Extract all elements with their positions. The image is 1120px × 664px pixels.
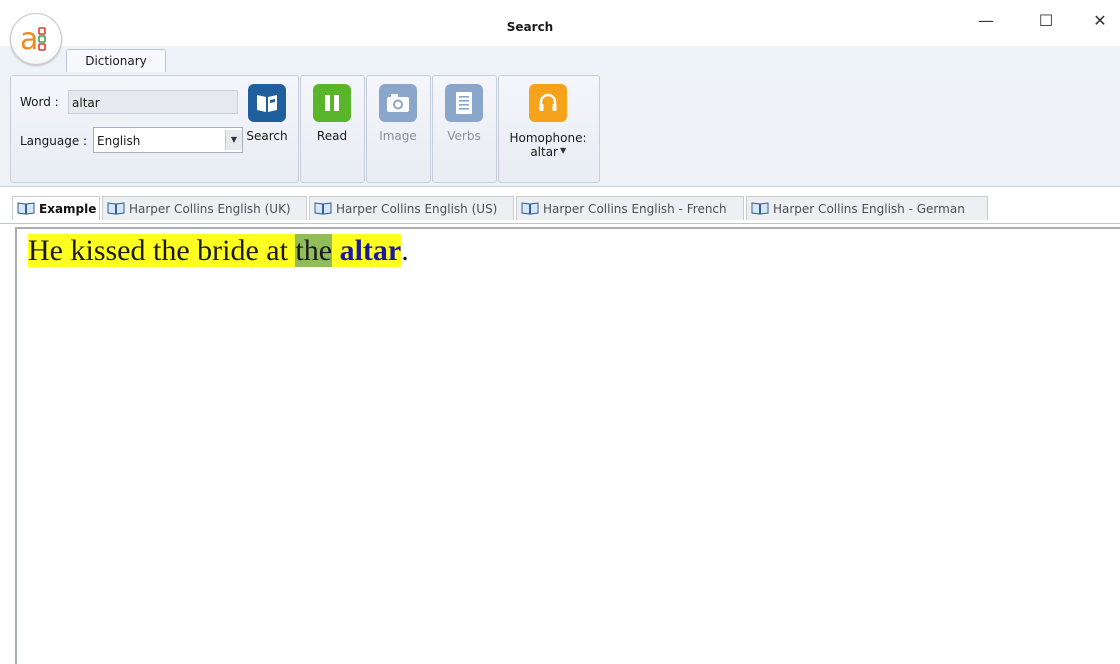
sentence-end: .	[401, 234, 409, 267]
app-logo-icon[interactable]: a	[10, 13, 62, 65]
verbs-button[interactable]: Verbs	[437, 129, 491, 143]
sentence-space	[332, 234, 340, 267]
tab-harper-collins-uk[interactable]: Harper Collins English (UK)	[102, 196, 307, 220]
tab-label: Harper Collins English - German	[773, 201, 965, 216]
sentence-highlight-word: the	[295, 234, 333, 267]
tab-label: Harper Collins English (US)	[336, 201, 498, 216]
svg-text:a: a	[20, 22, 38, 57]
image-button[interactable]: Image	[371, 129, 425, 143]
book-icon	[107, 202, 125, 215]
example-content-pane[interactable]	[15, 227, 1120, 664]
book-icon	[314, 202, 332, 215]
language-label: Language :	[20, 134, 88, 148]
minimize-button[interactable]: —	[966, 8, 1006, 34]
window-title: Search	[506, 20, 554, 34]
book-icon	[751, 202, 769, 215]
tab-example[interactable]: Example	[12, 196, 100, 220]
language-select[interactable]: English	[93, 127, 243, 153]
sentence-text: He kissed the bride at	[28, 234, 296, 267]
sentence-keyword: altar	[339, 234, 402, 267]
book-icon	[17, 202, 35, 215]
homophone-label[interactable]: Homophone:	[500, 131, 596, 145]
book-icon	[521, 202, 539, 215]
caret-down-icon[interactable]: ▼	[560, 146, 566, 155]
homophone-value[interactable]: altar	[518, 145, 558, 159]
word-label: Word :	[20, 95, 59, 109]
tab-label: Harper Collins English (UK)	[129, 201, 291, 216]
read-button[interactable]: Read	[305, 129, 359, 143]
ribbon-tab-strip	[0, 46, 1120, 73]
camera-icon[interactable]	[379, 84, 417, 122]
close-button[interactable]: ✕	[1080, 8, 1120, 34]
headphones-icon[interactable]	[529, 84, 567, 122]
pause-icon[interactable]	[313, 84, 351, 122]
tab-label: Example	[39, 201, 97, 216]
example-sentence: He kissed the bride at the altar.	[28, 232, 409, 270]
tab-dictionary[interactable]: Dictionary	[66, 49, 166, 74]
word-input[interactable]: altar	[68, 90, 238, 114]
tab-harper-collins-german[interactable]: Harper Collins English - German	[746, 196, 988, 220]
tab-harper-collins-french[interactable]: Harper Collins English - French	[516, 196, 744, 220]
book-search-icon[interactable]	[248, 84, 286, 122]
chevron-down-icon[interactable]: ▼	[225, 130, 242, 150]
document-list-icon[interactable]	[445, 84, 483, 122]
tab-label: Harper Collins English - French	[543, 201, 727, 216]
search-button[interactable]: Search	[242, 129, 292, 143]
maximize-button[interactable]: ☐	[1026, 8, 1066, 34]
tab-harper-collins-us[interactable]: Harper Collins English (US)	[309, 196, 514, 220]
